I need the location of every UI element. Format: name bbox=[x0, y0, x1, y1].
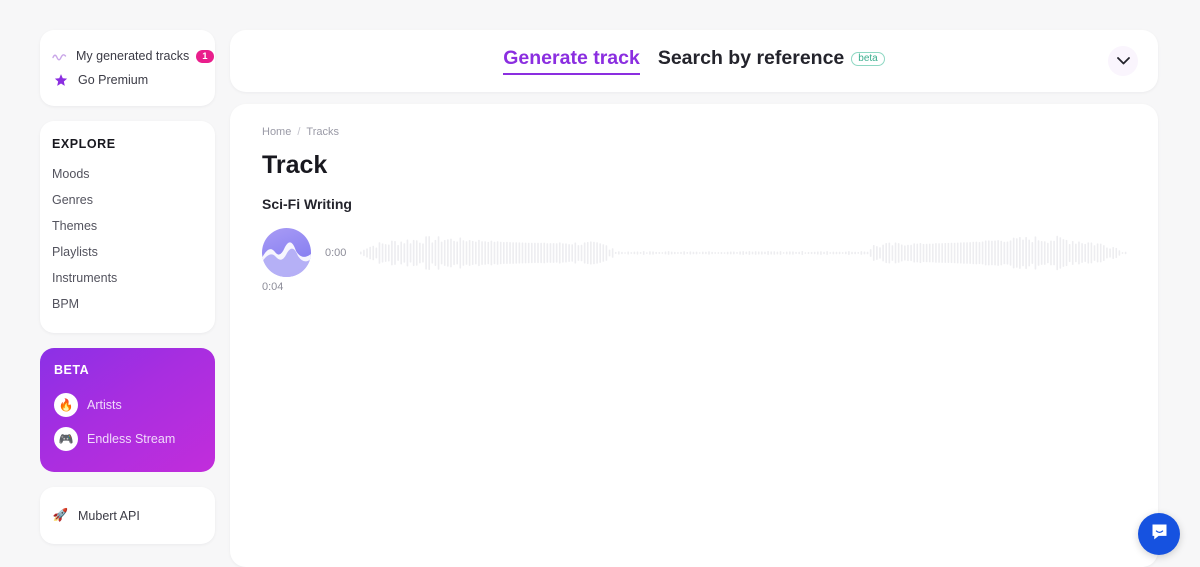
sidebar-top-card: My generated tracks 1 Go Premium bbox=[40, 30, 215, 106]
breadcrumb: Home / Tracks bbox=[262, 126, 1128, 138]
audio-player: 0:00 bbox=[262, 228, 1128, 277]
tab-generate-track[interactable]: Generate track bbox=[503, 47, 640, 75]
breadcrumb-separator: / bbox=[297, 126, 301, 138]
time-current: 0:00 bbox=[325, 246, 347, 259]
collapse-panel-button[interactable] bbox=[1108, 46, 1138, 76]
track-artwork[interactable] bbox=[262, 228, 311, 277]
sidebar-item-playlists[interactable]: Playlists bbox=[40, 239, 215, 265]
sidebar-item-instruments[interactable]: Instruments bbox=[40, 265, 215, 291]
waveform[interactable] bbox=[360, 231, 1128, 275]
sidebar-item-endless-stream[interactable]: 🎮 Endless Stream bbox=[40, 422, 215, 456]
sidebar-item-label: My generated tracks bbox=[76, 49, 190, 63]
top-bar: Generate track Search by reference beta bbox=[230, 30, 1158, 92]
sidebar-item-artists[interactable]: 🔥 Artists bbox=[40, 388, 215, 422]
star-icon bbox=[52, 73, 69, 87]
explore-title: EXPLORE bbox=[52, 137, 116, 151]
sidebar-item-moods[interactable]: Moods bbox=[40, 161, 215, 187]
beta-title: BETA bbox=[54, 363, 90, 377]
breadcrumb-tracks[interactable]: Tracks bbox=[306, 126, 339, 138]
content-card: Home / Tracks Track Sci-Fi Writing 0:00 bbox=[230, 104, 1158, 567]
gamepad-icon: 🎮 bbox=[54, 427, 78, 451]
sidebar: My generated tracks 1 Go Premium EXPLORE… bbox=[0, 0, 230, 567]
rocket-icon: 🚀 bbox=[52, 508, 69, 522]
sidebar-beta-card: BETA 🔥 Artists 🎮 Endless Stream bbox=[40, 348, 215, 472]
waveform-icon bbox=[52, 52, 67, 61]
chat-bubble-icon bbox=[1149, 521, 1170, 547]
tracks-count-badge: 1 bbox=[196, 49, 214, 63]
sidebar-item-genres[interactable]: Genres bbox=[40, 187, 215, 213]
sidebar-api-card: 🚀 Mubert API bbox=[40, 487, 215, 544]
page-title: Track bbox=[262, 151, 328, 179]
chevron-down-icon bbox=[1116, 52, 1130, 70]
sidebar-item-label: Mubert API bbox=[78, 508, 140, 523]
sidebar-item-mubert-api[interactable]: 🚀 Mubert API bbox=[40, 503, 215, 528]
main-area: Generate track Search by reference beta … bbox=[230, 0, 1200, 567]
chat-bubble-button[interactable] bbox=[1138, 513, 1180, 555]
track-name: Sci-Fi Writing bbox=[262, 196, 352, 212]
sidebar-item-my-generated-tracks[interactable]: My generated tracks 1 bbox=[40, 44, 215, 68]
tab-label: Search by reference bbox=[657, 47, 845, 69]
time-total: 0:04 bbox=[262, 281, 284, 293]
fire-icon: 🔥 bbox=[54, 393, 78, 417]
tab-search-by-reference[interactable]: Search by reference beta bbox=[658, 47, 885, 70]
beta-badge: beta bbox=[851, 51, 885, 66]
sidebar-item-bpm[interactable]: BPM bbox=[40, 291, 215, 317]
sidebar-item-go-premium[interactable]: Go Premium bbox=[40, 68, 215, 92]
sidebar-item-label: Go Premium bbox=[78, 73, 149, 87]
sidebar-explore-card: EXPLORE Moods Genres Themes Playlists In… bbox=[40, 121, 215, 333]
sidebar-item-themes[interactable]: Themes bbox=[40, 213, 215, 239]
sidebar-item-label: Artists bbox=[87, 398, 122, 412]
sidebar-item-label: Endless Stream bbox=[87, 432, 176, 446]
mode-tabs: Generate track Search by reference beta bbox=[503, 47, 885, 75]
app-root: My generated tracks 1 Go Premium EXPLORE… bbox=[0, 0, 1200, 567]
breadcrumb-home[interactable]: Home bbox=[262, 126, 291, 138]
